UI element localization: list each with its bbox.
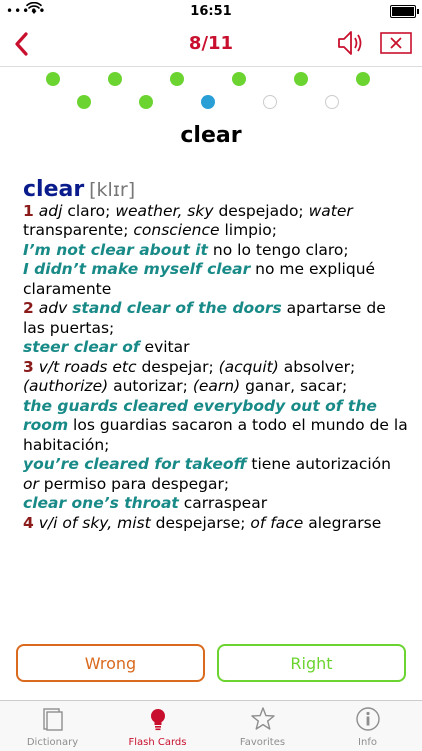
tab-label: Flash Cards bbox=[128, 737, 187, 748]
translation: transparente; bbox=[23, 221, 129, 239]
example-translation: evitar bbox=[144, 338, 190, 356]
battery-icon bbox=[390, 5, 416, 18]
status-bar: ••••• 16:51 bbox=[0, 0, 422, 22]
conjunction: or bbox=[23, 474, 39, 493]
pronunciation: [klɪr] bbox=[89, 179, 136, 201]
right-button[interactable]: Right bbox=[217, 644, 406, 682]
battery-tip bbox=[417, 9, 419, 14]
translation: autorizar; bbox=[113, 377, 188, 395]
part-of-speech: adj bbox=[38, 201, 63, 220]
translation: alegrarse bbox=[308, 513, 382, 532]
example-phrase: stand clear of the doors bbox=[72, 299, 282, 317]
part-of-speech: adv bbox=[38, 299, 68, 317]
tab-label: Info bbox=[358, 737, 377, 748]
context: of face bbox=[250, 513, 304, 532]
example-phrase: I’m not clear about it bbox=[23, 240, 208, 259]
part-of-speech: v/i bbox=[38, 513, 58, 532]
example-phrase: clear one’s throat bbox=[23, 494, 179, 512]
tab-favorites[interactable]: Favorites bbox=[210, 701, 315, 751]
progress-dot bbox=[263, 95, 277, 109]
example-translation: permiso para despegar; bbox=[43, 474, 230, 493]
progress-dot bbox=[201, 95, 215, 109]
status-time: 16:51 bbox=[190, 4, 232, 19]
context: conscience bbox=[133, 221, 220, 239]
progress-dot bbox=[356, 72, 370, 86]
example-translation: los guardias sacaron a todo el mundo de … bbox=[23, 416, 408, 454]
progress-dots bbox=[0, 70, 422, 112]
wrong-button[interactable]: Wrong bbox=[16, 644, 205, 682]
tab-dictionary[interactable]: Dictionary bbox=[0, 701, 105, 751]
context: (earn) bbox=[192, 377, 241, 395]
tab-info[interactable]: Info bbox=[315, 701, 420, 751]
sense-number: 1 bbox=[23, 201, 34, 220]
dictionary-icon bbox=[43, 708, 63, 731]
progress-dot bbox=[46, 72, 60, 86]
speaker-icon[interactable] bbox=[336, 28, 364, 58]
part-of-speech: v/t bbox=[38, 357, 60, 376]
sense-number: 3 bbox=[23, 357, 34, 376]
progress-dot bbox=[232, 72, 246, 86]
entry-headword: clear bbox=[23, 177, 85, 202]
context: (authorize) bbox=[23, 377, 109, 395]
tab-bar: Dictionary Flash Cards Favorites Info bbox=[0, 700, 422, 751]
card-word: clear bbox=[180, 123, 242, 148]
example-translation: tiene autorización bbox=[251, 455, 391, 473]
context: water bbox=[308, 201, 353, 220]
example-translation: carraspear bbox=[183, 494, 268, 512]
lightbulb-icon bbox=[151, 709, 165, 731]
context: of sky, mist bbox=[62, 513, 151, 532]
info-icon bbox=[356, 707, 380, 731]
navigation-bar: 8/11 bbox=[0, 22, 422, 67]
progress-dot bbox=[108, 72, 122, 86]
star-icon bbox=[251, 707, 275, 730]
context: (acquit) bbox=[218, 357, 279, 376]
close-card-icon[interactable] bbox=[380, 32, 412, 54]
translation: claro; bbox=[67, 201, 111, 220]
progress-dot bbox=[294, 72, 308, 86]
example-translation: no lo tengo claro; bbox=[212, 240, 349, 259]
translation: despejado; bbox=[218, 201, 304, 220]
translation: limpio; bbox=[224, 221, 278, 239]
context: weather, sky bbox=[115, 201, 214, 220]
translation: despejarse; bbox=[155, 513, 246, 532]
tab-label: Favorites bbox=[239, 737, 286, 748]
sense-number: 2 bbox=[23, 299, 34, 317]
sense-number: 4 bbox=[23, 513, 34, 532]
example-phrase: steer clear of bbox=[23, 338, 140, 356]
dictionary-entry: clear [klɪr] 1 adj claro; weather, sky d… bbox=[23, 177, 408, 533]
tab-flash-cards[interactable]: Flash Cards bbox=[105, 701, 210, 751]
translation: absolver; bbox=[283, 357, 356, 376]
progress-dot bbox=[325, 95, 339, 109]
progress-dot bbox=[77, 95, 91, 109]
tab-label: Dictionary bbox=[26, 737, 79, 748]
progress-dot bbox=[139, 95, 153, 109]
example-phrase: you’re cleared for takeoff bbox=[23, 455, 247, 473]
translation: despejar; bbox=[141, 357, 214, 376]
translation: ganar, sacar; bbox=[245, 377, 348, 395]
progress-dot bbox=[170, 72, 184, 86]
context: roads etc bbox=[64, 357, 137, 376]
example-phrase: I didn’t make myself clear bbox=[23, 260, 251, 278]
